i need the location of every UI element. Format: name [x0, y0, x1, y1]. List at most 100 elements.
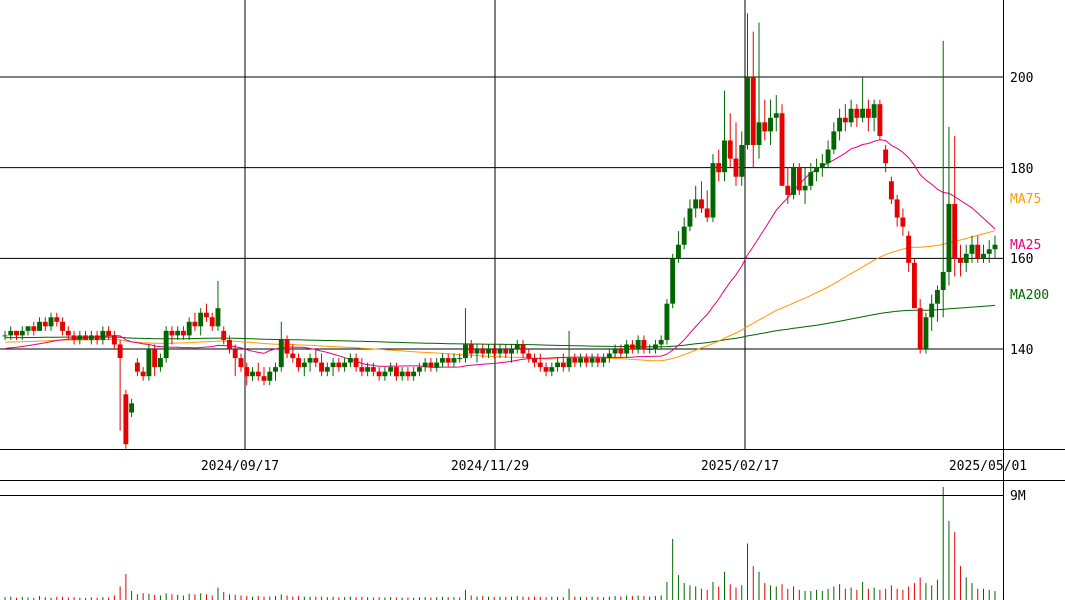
candle-body [842, 117, 848, 123]
candle-body [894, 199, 900, 218]
candle-12 [71, 330, 77, 345]
candle-body [727, 140, 733, 159]
candle-body [37, 321, 42, 331]
candle-body [445, 358, 451, 363]
candle-body [60, 321, 66, 331]
candle-75 [434, 358, 440, 372]
candle-82 [474, 344, 480, 363]
candle-133 [768, 99, 773, 145]
candle-body [934, 290, 940, 304]
candle-74 [428, 358, 434, 372]
candle-body [175, 330, 181, 336]
candle-66 [382, 367, 388, 381]
candle-19 [111, 330, 117, 349]
candle-body [583, 358, 589, 363]
candle-body [399, 371, 405, 377]
candle-100 [578, 353, 584, 368]
candle-body [963, 253, 969, 263]
candle-body [923, 317, 929, 349]
candle-body [2, 335, 8, 337]
price-tick-label-200: 200 [1010, 71, 1033, 86]
candle-157 [906, 231, 912, 272]
candle-body [273, 367, 278, 372]
candle-body [664, 303, 670, 340]
volume-tick-label: 9M [1010, 489, 1026, 504]
candle-112 [647, 344, 653, 354]
candle-body [221, 330, 227, 340]
candle-body [169, 330, 175, 336]
candle-body [652, 344, 658, 349]
candle-body [952, 203, 958, 259]
candle-body [77, 335, 83, 340]
candle-9 [54, 312, 60, 327]
candle-body [520, 344, 526, 354]
candle-body [71, 335, 77, 340]
candle-30 [175, 326, 181, 340]
candle-body [278, 339, 284, 368]
candle-body [313, 358, 319, 363]
candle-123 [710, 154, 716, 223]
candle-body [981, 253, 986, 259]
candle-41 [238, 353, 244, 372]
candle-body [946, 203, 952, 272]
candle-body [722, 140, 727, 173]
candle-body [750, 77, 756, 145]
candle-body [911, 262, 917, 309]
candle-35 [204, 303, 209, 322]
candle-8 [48, 312, 54, 331]
candle-11 [65, 326, 71, 340]
candle-31 [180, 326, 186, 340]
candle-58 [336, 358, 342, 372]
candle-36 [209, 312, 215, 331]
candlestick-series [2, 13, 998, 449]
candle-52 [301, 358, 307, 377]
candle-92 [532, 353, 537, 368]
candle-145 [837, 108, 843, 141]
candle-body [681, 226, 687, 245]
volume-bars [4, 487, 996, 600]
candle-body [261, 376, 267, 381]
candle-139 [802, 167, 808, 204]
candle-44 [255, 362, 261, 381]
candle-body [572, 358, 578, 363]
candle-137 [791, 163, 796, 200]
candle-93 [537, 353, 543, 372]
candle-body [566, 358, 572, 368]
candle-135 [779, 104, 785, 186]
candle-87 [503, 344, 509, 359]
candle-71 [411, 367, 417, 381]
candle-64 [370, 362, 376, 377]
candle-body [83, 335, 89, 340]
legend-ma25: MA25 [1010, 238, 1041, 253]
candle-body [837, 117, 843, 132]
candle-body [969, 244, 975, 254]
candle-body [100, 330, 106, 340]
candle-162 [934, 285, 940, 322]
candle-171 [986, 240, 992, 263]
candle-160 [923, 312, 929, 354]
candle-body [825, 149, 831, 164]
candle-body [986, 249, 992, 254]
candle-body [123, 394, 129, 445]
candle-body [152, 349, 158, 368]
candle-body [675, 244, 681, 259]
candle-60 [347, 353, 353, 368]
candle-body [422, 362, 428, 368]
candle-body [629, 344, 635, 349]
candle-156 [900, 208, 906, 236]
candle-body [463, 344, 468, 359]
candle-body [198, 312, 204, 327]
candle-body [284, 339, 290, 354]
candle-126 [727, 113, 733, 168]
candle-body [958, 258, 963, 263]
candle-27 [157, 353, 163, 372]
candle-body [687, 208, 693, 227]
candle-body [31, 326, 37, 331]
candle-69 [399, 367, 405, 381]
candle-body [560, 362, 566, 368]
candle-body [647, 349, 653, 350]
candle-body [549, 367, 555, 372]
candle-body [65, 330, 71, 336]
candle-body [762, 122, 768, 132]
price-tick-label-180: 180 [1010, 162, 1033, 177]
